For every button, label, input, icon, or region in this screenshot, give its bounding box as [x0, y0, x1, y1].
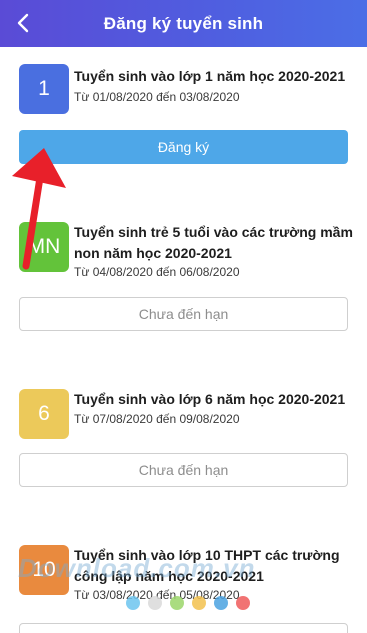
card-date: Từ 07/08/2020 đến 09/08/2020	[74, 412, 240, 426]
card-date: Từ 01/08/2020 đến 03/08/2020	[74, 90, 240, 104]
grade-badge: 6	[19, 389, 69, 439]
watermark-dot	[126, 596, 140, 610]
not-yet-open-button[interactable]: Chưa đến hạn	[19, 297, 348, 331]
grade-badge: MN	[19, 222, 69, 272]
register-button[interactable]: Đăng ký	[19, 130, 348, 164]
app-header: Đăng ký tuyển sinh	[0, 0, 367, 47]
watermark-dot	[192, 596, 206, 610]
watermark-dots	[126, 596, 250, 610]
not-yet-open-button[interactable]: Chưa đến hạn	[19, 623, 348, 633]
chevron-left-icon	[17, 13, 29, 33]
not-yet-open-button[interactable]: Chưa đến hạn	[19, 453, 348, 487]
watermark-dot	[236, 596, 250, 610]
card-title: Tuyển sinh vào lớp 1 năm học 2020-2021	[74, 68, 346, 84]
grade-badge: 1	[19, 64, 69, 114]
back-button[interactable]	[8, 8, 38, 38]
card-date: Từ 04/08/2020 đến 06/08/2020	[74, 265, 240, 279]
watermark-dot	[214, 596, 228, 610]
page-title: Đăng ký tuyển sinh	[103, 13, 264, 33]
watermark-dot	[170, 596, 184, 610]
watermark-dot	[148, 596, 162, 610]
card-title: Tuyển sinh vào lớp 6 năm học 2020-2021	[74, 391, 346, 407]
card-title: Tuyển sinh trẻ 5 tuổi vào các trường mầm…	[74, 224, 353, 261]
watermark: Download.com.vn	[18, 553, 256, 583]
